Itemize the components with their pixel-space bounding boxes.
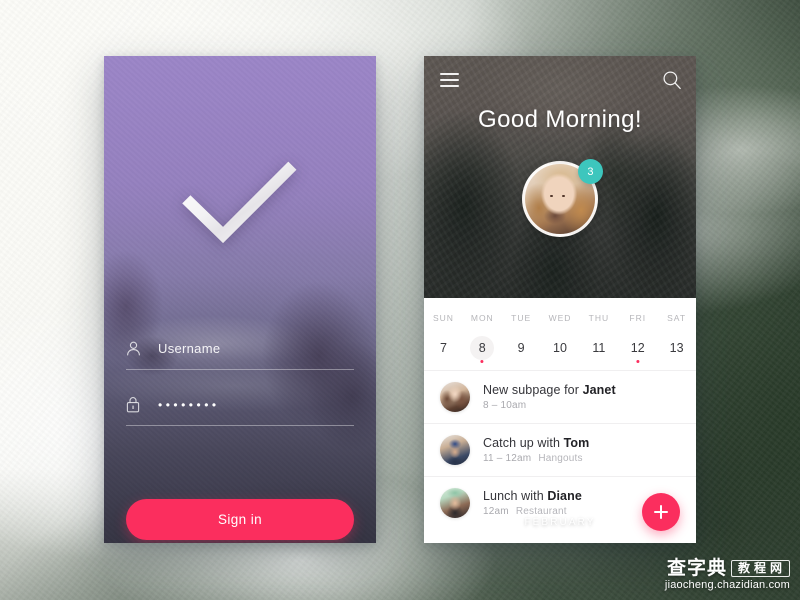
date-cell[interactable]: 7 [424, 336, 463, 360]
password-field[interactable]: •••••••• [126, 384, 354, 426]
event-avatar [440, 435, 470, 465]
search-icon[interactable] [662, 70, 682, 95]
event-title-name: Tom [563, 436, 590, 450]
hamburger-menu-icon[interactable] [440, 73, 459, 87]
add-event-fab[interactable] [642, 493, 680, 531]
date-cell[interactable]: 8 [463, 336, 502, 363]
weekday-label: SUN [432, 313, 454, 323]
event-title-prefix: Catch up with [483, 436, 564, 450]
event-body: Catch up with Tom 11 – 12am Hangouts [483, 436, 678, 464]
sign-in-button[interactable]: Sign in [126, 499, 354, 540]
event-title-name: Diane [547, 489, 582, 503]
event-dot [480, 359, 484, 363]
event-subtitle: 11 – 12am Hangouts [483, 453, 678, 464]
date-number[interactable]: 13 [665, 336, 689, 360]
avatar-badge: 3 [578, 159, 603, 184]
watermark-box: 教程网 [730, 560, 790, 577]
calendar-screen: Good Morning! 3 ‹ FEBRUARY › SUN MON TUE WE… [424, 56, 696, 543]
watermark: 查字典 教程网 jiaocheng.chazidian.com [664, 557, 790, 592]
plus-icon [654, 505, 668, 519]
weekday-header-row: SUN MON TUE WED THU FRI SAT [424, 298, 696, 323]
month-label: FEBRUARY [524, 516, 596, 528]
date-number[interactable]: 12 [626, 336, 650, 360]
prev-month-arrow[interactable]: ‹ [440, 515, 445, 530]
username-field[interactable]: Username [126, 328, 354, 370]
date-cell[interactable]: 10 [541, 336, 580, 360]
event-item[interactable]: New subpage for Janet 8 – 10am [424, 370, 696, 423]
username-value: Username [158, 341, 221, 356]
date-number[interactable]: 9 [509, 336, 533, 360]
person-icon [126, 341, 152, 357]
hero-toolbar [438, 70, 682, 96]
date-number[interactable]: 10 [548, 336, 572, 360]
event-title-name: Janet [582, 383, 616, 397]
login-fields: Username •••••••• [126, 328, 354, 426]
date-number[interactable]: 7 [431, 336, 455, 360]
event-time: 11 – 12am [483, 453, 532, 464]
date-cell[interactable]: 13 [657, 336, 696, 360]
event-dot [636, 359, 640, 363]
date-row: 7 8 9 10 11 12 13 [424, 323, 696, 363]
watermark-title: 查字典 [666, 557, 727, 579]
weekday-label: WED [548, 313, 572, 323]
event-title-prefix: Lunch with [483, 489, 548, 503]
week-strip: SUN MON TUE WED THU FRI SAT 7 8 9 10 11 12 13 [424, 298, 696, 370]
lock-icon [126, 396, 152, 413]
login-screen: Username •••••••• Sign in Don't have an … [104, 56, 376, 543]
event-avatar [440, 382, 470, 412]
greeting-title: Good Morning! [478, 106, 642, 133]
login-overlay [104, 56, 376, 543]
date-cell[interactable]: 9 [502, 336, 541, 360]
event-title: New subpage for Janet [483, 383, 678, 397]
event-time: 8 – 10am [483, 400, 527, 411]
date-number[interactable]: 8 [470, 336, 495, 360]
weekday-label: SAT [667, 313, 687, 323]
event-body: New subpage for Janet 8 – 10am [483, 383, 678, 411]
screenshot-canvas: Username •••••••• Sign in Don't have an … [0, 0, 800, 600]
avatar[interactable]: 3 [522, 159, 603, 237]
date-cell[interactable]: 12 [618, 336, 657, 363]
event-subtitle: 8 – 10am [483, 400, 678, 411]
checkmark-icon [168, 134, 304, 270]
weekday-label: TUE [511, 313, 532, 323]
watermark-row: 查字典 教程网 [665, 557, 790, 579]
weekday-label: FRI [629, 313, 647, 323]
avatar-eye-left [550, 195, 553, 197]
avatar-eye-right [562, 195, 565, 197]
watermark-url: jiaocheng.chazidian.com [664, 579, 790, 592]
date-cell[interactable]: 11 [579, 336, 618, 360]
weekday-label: MON [470, 313, 494, 323]
date-number[interactable]: 11 [587, 336, 611, 360]
event-title-prefix: New subpage for [483, 383, 583, 397]
password-value: •••••••• [158, 397, 220, 412]
event-place: Hangouts [538, 453, 583, 464]
event-title: Catch up with Tom [483, 436, 678, 450]
weekday-label: THU [588, 313, 610, 323]
event-item[interactable]: Catch up with Tom 11 – 12am Hangouts [424, 423, 696, 476]
